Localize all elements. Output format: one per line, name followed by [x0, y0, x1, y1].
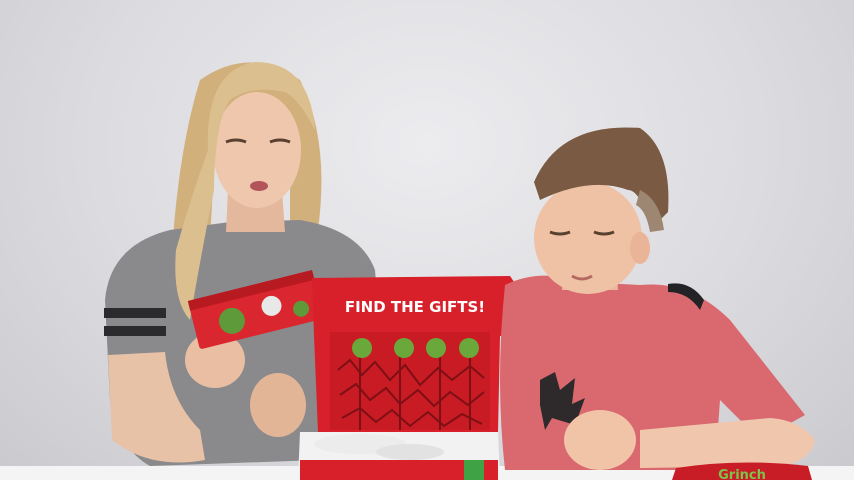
gift-box: FIND THE GIFTS!	[298, 276, 527, 480]
girl-hand	[250, 373, 306, 437]
box-lid-text: FIND THE GIFTS!	[345, 298, 485, 316]
grinch-face-icon	[394, 338, 414, 358]
grinch-face-icon	[459, 338, 479, 358]
boy-hands	[564, 410, 636, 470]
sleeve-stripe	[104, 326, 166, 336]
girl-mouth	[250, 181, 268, 191]
boy-ear	[630, 232, 650, 264]
sleeve-stripe	[104, 308, 166, 318]
boy	[500, 127, 815, 470]
grinch-face-icon	[352, 338, 372, 358]
grinch-item-logo: Grinch	[718, 468, 766, 480]
grinch-face-icon	[426, 338, 446, 358]
box-contents	[376, 444, 444, 460]
scene-illustration: FIND THE GIFTS! Grinch	[0, 62, 854, 480]
box-base-trim	[464, 460, 484, 480]
video-frame: FIND THE GIFTS! Grinch	[0, 0, 854, 480]
